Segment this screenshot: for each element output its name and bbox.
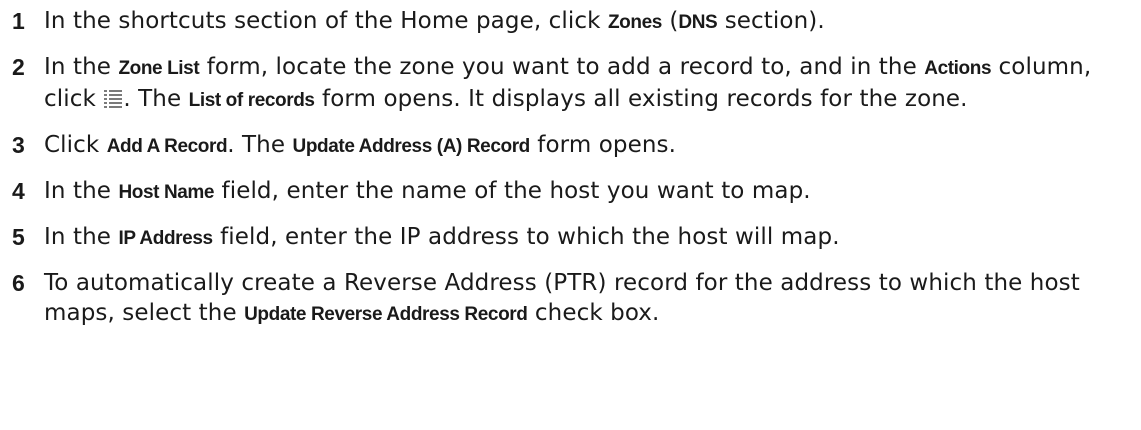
ui-term: Actions (924, 58, 992, 79)
step-text-run: In the (44, 54, 119, 80)
step-text-run: form opens. It displays all existing rec… (314, 86, 968, 112)
step-text-run: . The (123, 86, 189, 112)
step-number: 1 (12, 8, 25, 34)
list-records-icon (104, 90, 123, 108)
step-number: 2 (12, 54, 25, 80)
step-text-run: In the shortcuts section of the Home pag… (44, 8, 608, 34)
ui-term: Update Reverse Address Record (244, 304, 528, 325)
ui-term: Update Address (A) Record (292, 136, 531, 157)
step-text: In the Zone List form, locate the zone y… (44, 52, 1141, 116)
step-text-run: . The (227, 132, 293, 158)
procedure-steps: 1 In the shortcuts section of the Home p… (0, 0, 1141, 330)
step-text-run: In the (44, 224, 119, 250)
step-number: 5 (12, 224, 25, 250)
procedure-step: 3 Click Add A Record. The Update Address… (12, 130, 1141, 162)
step-text: Click Add A Record. The Update Address (… (44, 130, 676, 162)
step-text-run: section). (717, 8, 825, 34)
ui-term: List of records (188, 90, 315, 111)
step-text-run: Click (44, 132, 107, 158)
step-text-run: field, enter the name of the host you wa… (214, 178, 811, 204)
step-text-run: ( (661, 8, 679, 34)
step-text-run: In the (44, 178, 119, 204)
ui-term: Zones (607, 12, 662, 33)
procedure-step: 6 To automatically create a Reverse Addr… (12, 268, 1141, 330)
step-text: In the Host Name field, enter the name o… (44, 176, 811, 208)
step-text-run: field, enter the IP address to which the… (212, 224, 840, 250)
ui-term: IP Address (118, 228, 213, 249)
step-text-run: form, locate the zone you want to add a … (199, 54, 925, 80)
step-number: 3 (12, 132, 25, 158)
procedure-step: 4 In the Host Name field, enter the name… (12, 176, 1141, 208)
step-text-run: check box. (527, 300, 660, 326)
procedure-step: 1 In the shortcuts section of the Home p… (12, 6, 1141, 38)
procedure-step: 5 In the IP Address field, enter the IP … (12, 222, 1141, 254)
ui-term: Add A Record (106, 136, 228, 157)
step-number: 6 (12, 270, 25, 296)
ui-term: DNS (678, 12, 718, 33)
ui-term: Zone List (118, 58, 200, 79)
step-text: In the shortcuts section of the Home pag… (44, 6, 825, 38)
procedure-step: 2 In the Zone List form, locate the zone… (12, 52, 1141, 116)
step-text: In the IP Address field, enter the IP ad… (44, 222, 840, 254)
step-number: 4 (12, 178, 25, 204)
step-text: To automatically create a Reverse Addres… (44, 268, 1141, 330)
ui-term: Host Name (118, 182, 215, 203)
step-text-run: form opens. (529, 132, 677, 158)
